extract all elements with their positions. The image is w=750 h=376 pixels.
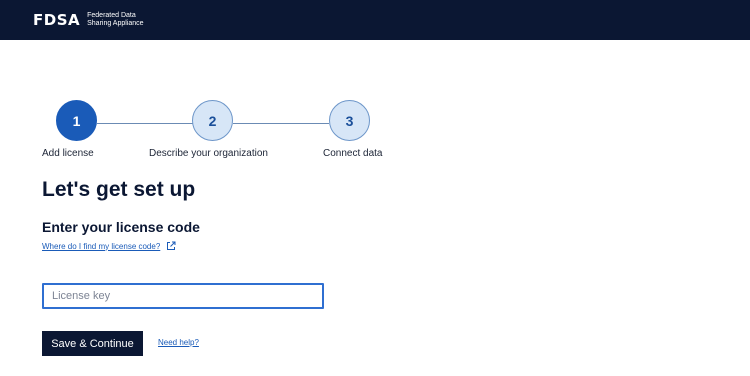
step-1-indicator: 1 [56,100,97,141]
step-1-label: Add license [42,148,94,159]
need-help-link[interactable]: Need help? [158,338,199,347]
step-2-number: 2 [208,112,217,129]
stepper-connector-2-3 [233,123,329,124]
stepper-connector-1-2 [97,123,193,124]
step-1-number: 1 [72,112,81,129]
step-2-indicator: 2 [192,100,233,141]
fdsa-logo[interactable]: FDSA [33,11,80,29]
save-and-continue-button[interactable]: Save & Continue [42,331,143,356]
external-link-icon [167,241,176,250]
step-3-number: 3 [345,112,354,129]
step-2-label: Describe your organization [149,148,268,159]
section-heading: Enter your license code [42,219,200,235]
step-3-indicator: 3 [329,100,370,141]
step-3-label: Connect data [323,148,383,159]
top-navigation-bar: FDSA Federated Data Sharing Appliance [0,0,750,40]
find-license-code-link-text: Where do I find my license code? [42,241,161,251]
logo-subtitle: Federated Data Sharing Appliance [87,12,144,27]
find-license-code-link[interactable]: Where do I find my license code? [42,241,176,251]
license-key-input[interactable] [42,283,324,309]
page-title: Let's get set up [42,178,196,201]
